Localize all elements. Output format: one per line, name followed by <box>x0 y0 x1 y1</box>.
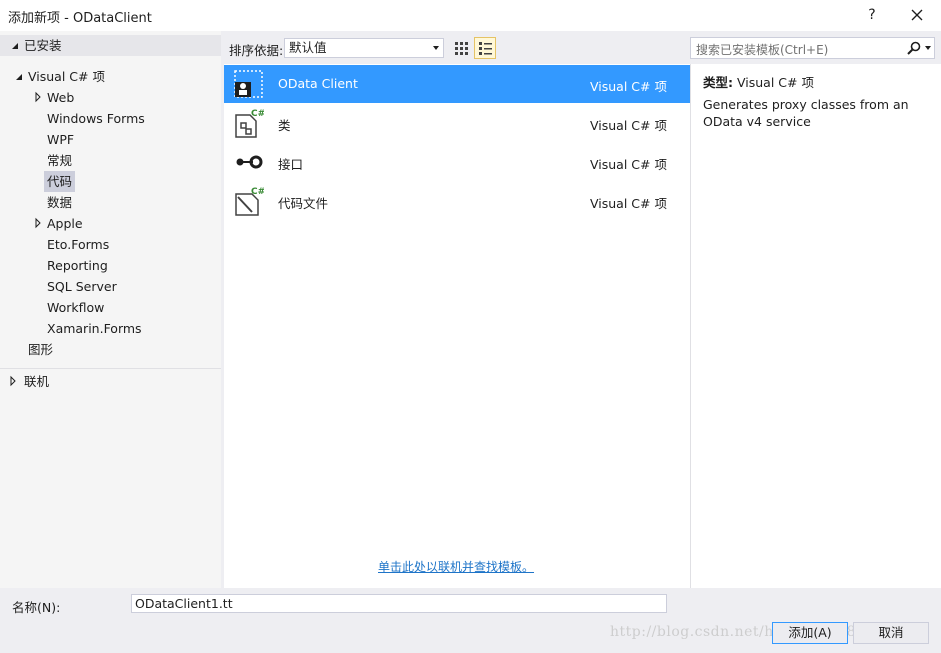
details-description: Generates proxy classes from an OData v4… <box>703 97 909 129</box>
code-file-icon: C# <box>235 187 264 216</box>
tree-installed[interactable]: 已安装 <box>0 35 221 56</box>
tree-item-eto-forms[interactable]: Eto.Forms <box>0 234 221 255</box>
odata-client-icon <box>234 70 263 98</box>
tree-graphics[interactable]: 图形 <box>0 339 221 360</box>
tree-item-label: Eto.Forms <box>47 237 110 252</box>
template-row-code-file[interactable]: C# 代码文件 Visual C# 项 <box>224 182 690 220</box>
grid-view-icon <box>455 42 468 55</box>
find-templates-online-link[interactable]: 单击此处以联机并查找模板。 <box>378 558 534 575</box>
sort-label: 排序依据: <box>229 43 284 58</box>
collapsed-arrow-icon <box>10 375 16 387</box>
list-view-icon <box>479 42 492 55</box>
template-row-odata-client[interactable]: OData Client Visual C# 项 <box>224 65 690 103</box>
template-language: Visual C# 项 <box>590 118 667 133</box>
tree-item-xamarin-forms[interactable]: Xamarin.Forms <box>0 318 221 339</box>
template-name: OData Client <box>278 76 358 91</box>
tree-item-windows-forms[interactable]: Windows Forms <box>0 108 221 129</box>
search-icon[interactable] <box>906 40 922 56</box>
tree-item-label: SQL Server <box>47 279 117 294</box>
tree-item-data[interactable]: 数据 <box>0 192 221 213</box>
details-panel: 类型: Visual C# 项 Generates proxy classes … <box>690 64 941 588</box>
template-name: 接口 <box>278 157 304 172</box>
tree-item-label: WPF <box>47 132 75 147</box>
sort-select[interactable]: 默认值 <box>284 38 444 58</box>
tree-lower-section: 联机 <box>0 368 221 588</box>
collapsed-arrow-icon <box>35 217 41 229</box>
details-type-label: 类型: <box>703 75 733 90</box>
search-box[interactable]: 搜索已安装模板(Ctrl+E) <box>690 37 935 59</box>
collapsed-arrow-icon <box>35 91 41 103</box>
class-file-icon: C# <box>235 109 264 138</box>
add-button[interactable]: 添加(A) <box>772 622 848 644</box>
help-button[interactable]: ? <box>858 4 886 26</box>
tree-installed-label: 已安装 <box>24 38 62 53</box>
close-icon <box>911 9 923 21</box>
expanded-arrow-icon <box>16 74 22 80</box>
sort-bar: 排序依据: 默认值 <box>224 37 691 61</box>
tree-item-apple[interactable]: Apple <box>0 213 221 234</box>
sort-value: 默认值 <box>289 40 327 55</box>
details-type: 类型: Visual C# 项 <box>703 72 814 91</box>
medium-icons-view-button[interactable] <box>450 37 472 59</box>
dialog-body: 已安装 Visual C# 项 Web Windows Forms WPF 常规… <box>0 31 941 588</box>
template-language: Visual C# 项 <box>590 196 667 211</box>
tree-item-label: Workflow <box>47 300 105 315</box>
tree-item-label: Xamarin.Forms <box>47 321 142 336</box>
tree-item-code[interactable]: 代码 <box>0 171 221 192</box>
interface-icon <box>236 155 263 169</box>
chevron-down-icon <box>433 46 439 50</box>
tree-item-label: 常规 <box>47 153 73 168</box>
tree-item-label: Apple <box>47 216 83 231</box>
tree-item-sql-server[interactable]: SQL Server <box>0 276 221 297</box>
window-title: 添加新项 - ODataClient <box>8 11 152 26</box>
details-type-value: Visual C# 项 <box>736 75 814 90</box>
svg-text:C#: C# <box>251 187 264 197</box>
tree-item-label: Reporting <box>47 258 108 273</box>
title-bar: 添加新项 - ODataClient ? <box>0 0 941 31</box>
template-language: Visual C# 项 <box>590 79 667 94</box>
tree-item-workflow[interactable]: Workflow <box>0 297 221 318</box>
tree-item-label: Web <box>47 90 75 105</box>
template-name: 代码文件 <box>278 196 329 211</box>
template-row-interface[interactable]: 接口 Visual C# 项 <box>224 143 690 181</box>
template-language: Visual C# 项 <box>590 157 667 172</box>
name-input[interactable] <box>131 594 667 613</box>
tree-item-wpf[interactable]: WPF <box>0 129 221 150</box>
list-view-button[interactable] <box>474 37 496 59</box>
tree-item-general[interactable]: 常规 <box>0 150 221 171</box>
tree-online-label: 联机 <box>24 374 50 389</box>
name-label: 名称(N): <box>12 600 61 615</box>
template-list: OData Client Visual C# 项 C# 类 Visual C# … <box>224 64 690 588</box>
tree-graphics-label: 图形 <box>28 342 54 357</box>
tree-item-reporting[interactable]: Reporting <box>0 255 221 276</box>
template-name: 类 <box>278 118 291 133</box>
tree-item-label: 代码 <box>44 171 76 192</box>
search-placeholder: 搜索已安装模板(Ctrl+E) <box>696 43 829 57</box>
svg-text:C#: C# <box>251 109 264 119</box>
bottom-bar: 名称(N): http://blog.csdn.net/hoodsun808 添… <box>0 588 941 653</box>
tree-online[interactable]: 联机 <box>0 371 221 392</box>
tree-item-label: Windows Forms <box>47 111 145 126</box>
expanded-arrow-icon <box>12 43 18 49</box>
close-button[interactable] <box>903 4 931 26</box>
tree-item-label: 数据 <box>47 195 73 210</box>
tree-visual-csharp-label: Visual C# 项 <box>28 69 105 84</box>
category-tree: 已安装 Visual C# 项 Web Windows Forms WPF 常规… <box>0 31 221 588</box>
tree-visual-csharp[interactable]: Visual C# 项 <box>0 66 221 87</box>
cancel-button[interactable]: 取消 <box>853 622 929 644</box>
search-options-chevron-icon[interactable] <box>925 46 931 50</box>
template-row-class[interactable]: C# 类 Visual C# 项 <box>224 104 690 142</box>
tree-item-web[interactable]: Web <box>0 87 221 108</box>
